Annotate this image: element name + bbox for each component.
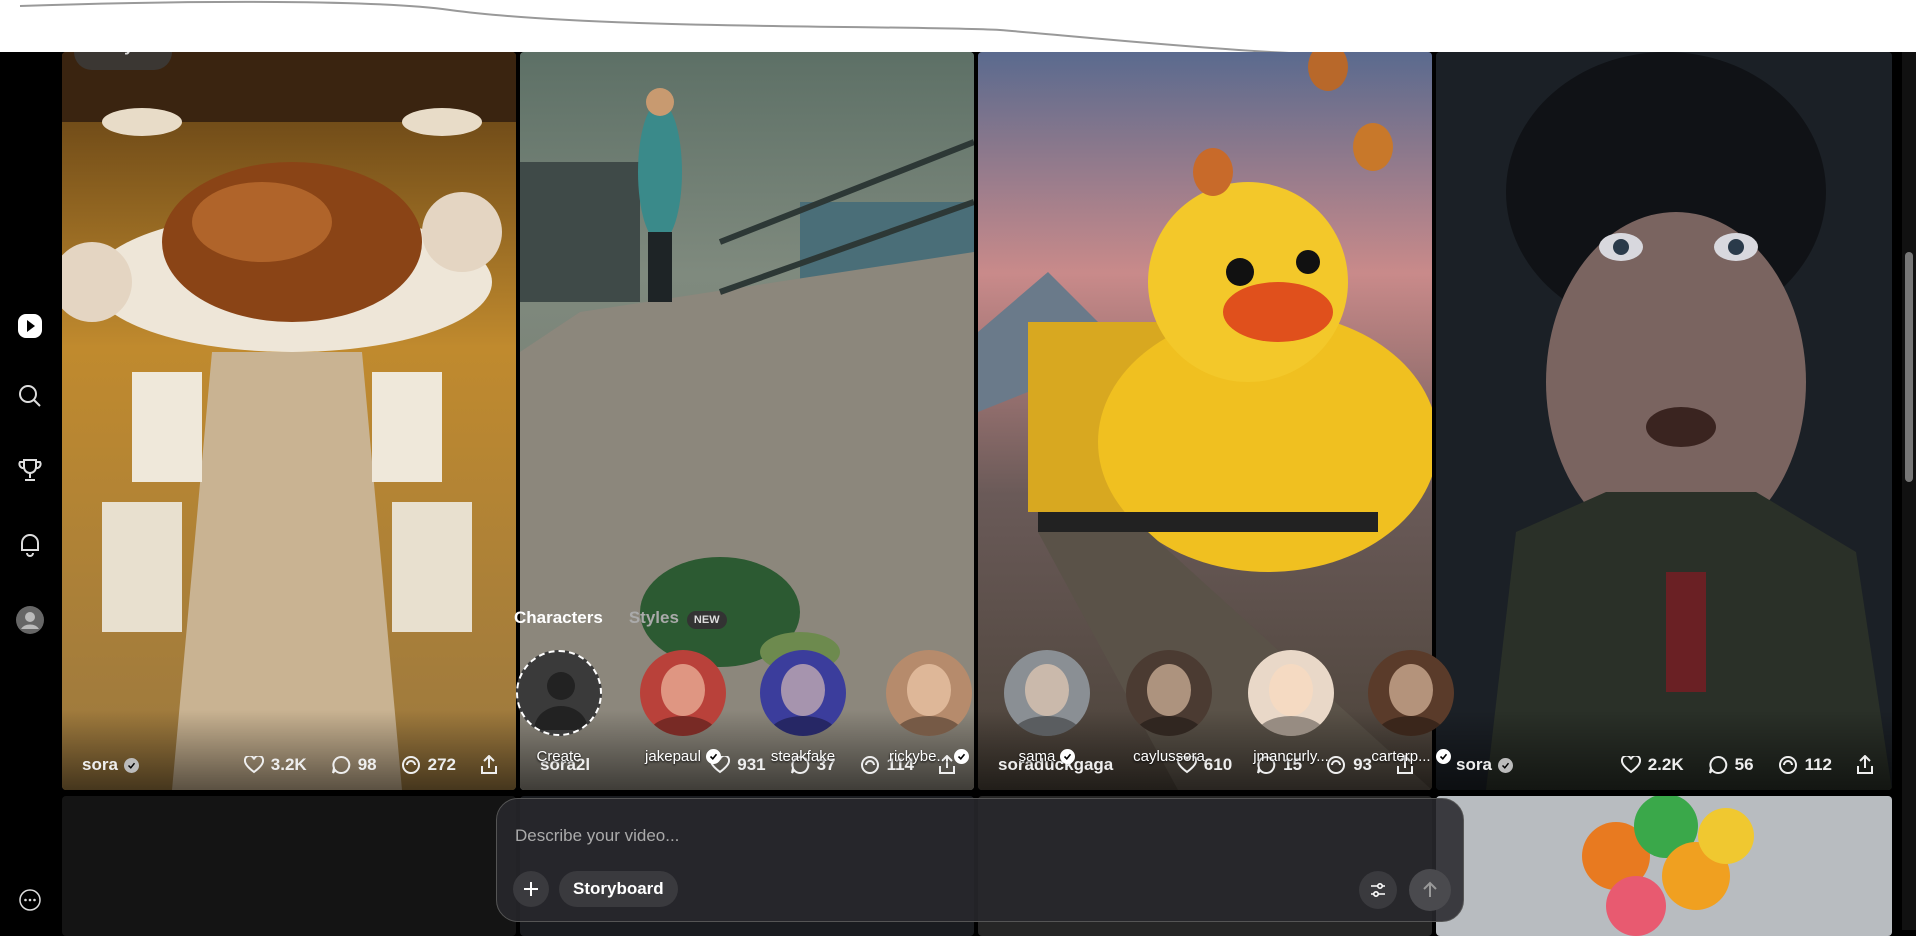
prompt-composer: Storyboard [496,798,1464,922]
plus-icon [524,882,538,896]
verified-icon [123,757,139,773]
sliders-icon [1371,882,1385,898]
character-item[interactable]: jmancurly... [1236,650,1346,770]
verified-icon [954,749,969,764]
new-badge: NEW [686,611,727,629]
video-card-meta: sora 2.2K 56 112 [1456,754,1874,776]
verified-icon [1060,749,1076,764]
remix-button[interactable]: 272 [401,755,456,775]
verified-icon [1435,749,1451,764]
share-icon [1857,755,1873,774]
search-icon [19,385,41,407]
avatar [760,650,846,736]
character-name: carterp... [1371,748,1431,765]
avatar [640,650,726,736]
like-button[interactable]: 3.2K [243,755,307,775]
sidebar-item-trophy[interactable] [14,454,46,486]
bell-icon [21,534,39,557]
heart-icon [243,756,264,774]
play-icon [18,314,42,338]
remix-icon [401,756,420,774]
scrollbar-thumb[interactable] [1905,252,1913,482]
video-thumbnail [62,52,516,790]
character-name: jakepaul [645,748,701,765]
comment-button[interactable]: 98 [331,755,377,775]
comment-button[interactable]: 56 [1708,755,1754,775]
character-name: rickybe... [888,748,949,765]
person-silhouette-icon [534,672,588,730]
avatar [1368,650,1454,736]
profile-icon [16,606,44,634]
video-author[interactable]: sora [1456,755,1597,775]
character-name: sama [1018,748,1056,765]
create-character-button[interactable]: Create [504,650,614,770]
submit-button[interactable] [1409,869,1451,911]
trophy-icon [18,459,42,481]
video-card[interactable]: sora 3.2K 98 272 [62,52,516,790]
character-tabs: Characters Styles NEW [514,608,727,629]
character-item[interactable]: caylussora [1114,650,1224,770]
share-icon [481,755,497,774]
video-card[interactable] [1436,796,1892,936]
character-item[interactable]: sama [992,650,1102,770]
arrow-up-icon [1423,881,1437,897]
add-button[interactable] [513,871,549,907]
sidebar-item-more[interactable] [14,884,46,916]
remix-button[interactable]: 112 [1778,755,1832,775]
video-thumbnail [1436,796,1892,936]
storyboard-button[interactable]: Storyboard [559,871,678,907]
verified-icon [705,749,721,764]
video-thumbnail [1436,52,1892,790]
character-name: jmancurly... [1253,748,1329,765]
video-card[interactable]: sora 2.2K 56 112 [1436,52,1892,790]
character-name: steakfake [770,748,836,765]
sidebar [0,52,60,930]
comment-icon [331,755,350,774]
tab-characters[interactable]: Characters [514,608,603,628]
share-button[interactable] [1856,755,1874,775]
avatar [516,650,602,736]
scribble-line [19,0,1659,52]
browser-top-strip [0,0,1916,52]
more-icon [19,889,41,911]
characters-panel: Characters Styles NEW Create jakepaul stea… [510,604,1454,774]
sidebar-item-feed[interactable] [14,310,46,342]
avatar [886,650,972,736]
character-name: caylussora [1133,748,1205,765]
video-card-meta: sora 3.2K 98 272 [82,754,498,776]
like-button[interactable]: 2.2K [1620,755,1684,775]
character-item[interactable]: jakepaul [628,650,738,770]
tab-styles[interactable]: Styles NEW [629,608,727,629]
character-item[interactable]: carterp... [1356,650,1466,770]
share-button[interactable] [480,755,498,775]
video-card[interactable] [62,796,516,936]
sidebar-item-notifications[interactable] [14,528,46,560]
video-author[interactable]: sora [82,755,220,775]
character-item[interactable]: steakfake [748,650,858,770]
heart-icon [1620,756,1641,774]
video-description-input[interactable] [515,821,1395,851]
character-item[interactable]: rickybe... [874,650,984,770]
sidebar-item-search[interactable] [14,380,46,412]
remix-icon [1778,756,1797,774]
avatar [1126,650,1212,736]
page-scrollbar[interactable] [1902,52,1916,930]
sidebar-item-profile[interactable] [14,604,46,636]
avatar [1248,650,1334,736]
settings-button[interactable] [1359,871,1397,909]
comment-icon [1708,755,1727,774]
avatar [1004,650,1090,736]
verified-icon [1497,757,1513,773]
create-label: Create [536,748,582,765]
